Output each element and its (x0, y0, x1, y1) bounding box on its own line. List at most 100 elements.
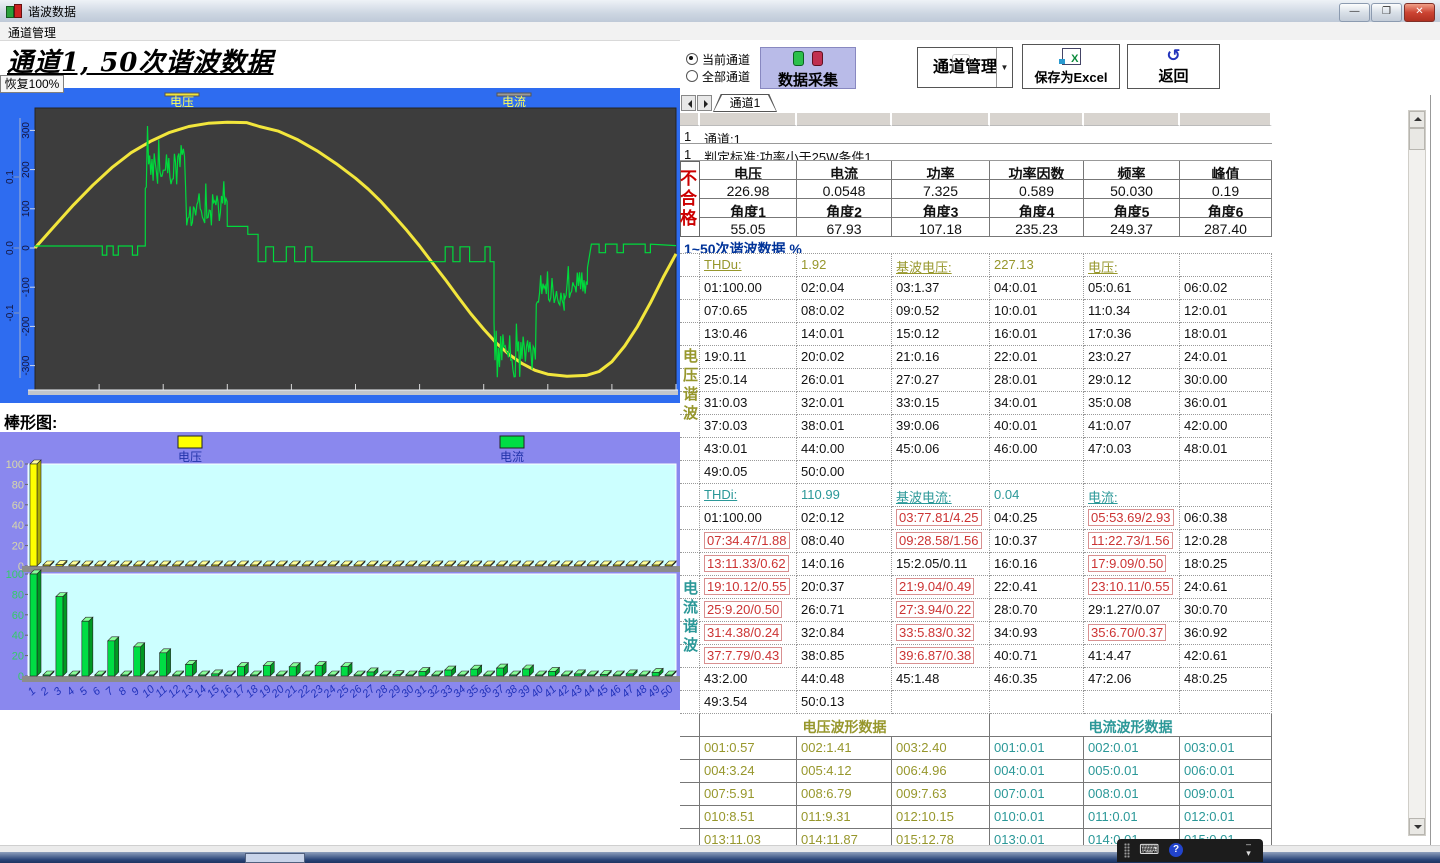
harmonic-cell: 14:0.16 (797, 553, 892, 576)
harmonic-cell: 06:0.02 (1180, 277, 1272, 300)
harmonic-cell: 20:0.37 (797, 576, 892, 599)
back-button[interactable]: ↺ 返回 (1127, 44, 1220, 89)
menu-item-channel-management[interactable]: 通道管理 (0, 22, 64, 41)
summary-header-cell: 峰值 (1180, 161, 1272, 180)
side-col (680, 507, 700, 530)
radio-current-channel[interactable]: 当前通道 (686, 51, 750, 65)
harmonic-cell: 34:0.93 (990, 622, 1084, 645)
language-bar[interactable]: ⌨ ? –▾ (1117, 839, 1263, 862)
voltage-waveform-cell: 015:12.78 (892, 829, 990, 845)
harmonic-cell: 14:0.01 (797, 323, 892, 346)
scrollbar-thumb[interactable] (1409, 128, 1425, 150)
restore-button[interactable]: ❐ (1371, 3, 1402, 22)
harmonic-cell: 08:0.02 (797, 300, 892, 323)
chevron-down-icon[interactable]: ▼ (996, 48, 1012, 87)
harmonic-cell: 44:0.00 (797, 438, 892, 461)
harmonic-cell: 31:0.03 (700, 392, 797, 415)
thdu-row: THDu:1.92基波电压:227.13电压: (680, 254, 1272, 277)
column-header-strip (680, 113, 1272, 126)
voltage-waveform-cell: 003:2.40 (892, 737, 990, 760)
current-waveform-cell: 008:0.01 (1084, 783, 1180, 806)
voltage-waveform-cell: 002:1.41 (797, 737, 892, 760)
harmonic-cell: 22:0.41 (990, 576, 1084, 599)
side-col (680, 691, 700, 714)
thd-cell: 110.99 (797, 484, 892, 507)
acquire-label: 数据采集 (761, 69, 855, 90)
tab-scroll-right[interactable] (697, 95, 712, 111)
menu-bar: 通道管理 (0, 22, 1440, 41)
data-acquire-button[interactable]: 数据采集 (760, 47, 856, 89)
current-harmonic-row: 43:2.0044:0.4845:1.4846:0.3547:2.0648:0.… (680, 668, 1272, 691)
voltage-waveform-cell: 009:7.63 (892, 783, 990, 806)
header-strip-cell (1180, 113, 1272, 126)
close-button[interactable]: ✕ (1404, 3, 1435, 22)
harmonic-cell: 32:0.84 (797, 622, 892, 645)
svg-text:60: 60 (12, 610, 24, 622)
current-waveform-cell: 004:0.01 (990, 760, 1084, 783)
harmonic-cell: 36:0.01 (1180, 392, 1272, 415)
harmonic-cell-alarm: 35:6.70/0.37 (1084, 622, 1180, 645)
summary-value-cell: 0.589 (990, 180, 1084, 199)
harmonic-cell: 04:0.25 (990, 507, 1084, 530)
radio-icon-selected[interactable] (686, 53, 698, 65)
harmonic-cell: 20:0.02 (797, 346, 892, 369)
voltage-harmonic-row: 19:0.1120:0.0221:0.1622:0.0123:0.2724:0.… (680, 346, 1272, 369)
taskbar-button[interactable] (245, 853, 305, 863)
drag-grip-icon[interactable] (1124, 843, 1130, 858)
harmonic-cell: 42:0.61 (1180, 645, 1272, 668)
save-excel-button[interactable]: X 保存为Excel (1022, 44, 1120, 89)
harmonic-cell-alarm: 37:7.79/0.43 (700, 645, 797, 668)
tab-scroll-left[interactable] (681, 95, 696, 111)
waveform-data-row: 007:5.91008:6.79009:7.63007:0.01008:0.01… (680, 783, 1272, 806)
voltage-waveform-cell: 010:8.51 (700, 806, 797, 829)
minimize-button[interactable]: — (1339, 3, 1370, 22)
channel-manage-button[interactable]: 通道管理 ▼ (917, 47, 1013, 88)
radio-icon[interactable] (686, 70, 698, 82)
current-harmonic-row: 31:4.38/0.2432:0.8433:5.83/0.3234:0.9335… (680, 622, 1272, 645)
harmonic-cell-alarm: 27:3.94/0.22 (892, 599, 990, 622)
app-icon (6, 4, 22, 18)
vertical-scrollbar[interactable] (1408, 110, 1426, 836)
summary-header-cell: 电流 (797, 161, 892, 180)
thd-cell: THDi: (700, 484, 797, 507)
keyboard-icon[interactable]: ⌨ (1139, 841, 1159, 858)
voltage-harmonic-row: 31:0.0332:0.0133:0.1534:0.0135:0.0836:0.… (680, 392, 1272, 415)
harmonic-cell: 49:3.54 (700, 691, 797, 714)
harmonic-cell: 50:0.00 (797, 461, 892, 484)
voltage-harmonic-row: 49:0.0550:0.00 (680, 461, 1272, 484)
side-col (680, 806, 700, 829)
harmonic-cell: 43:0.01 (700, 438, 797, 461)
scroll-up-icon[interactable] (1409, 111, 1425, 128)
voltage-harmonic-row: 01:100.0002:0.0403:1.3704:0.0105:0.6106:… (680, 277, 1272, 300)
thd-cell (1180, 254, 1272, 277)
restore-100-button[interactable]: 恢复100% (0, 75, 64, 93)
svg-text:电压: 电压 (170, 95, 194, 109)
harmonic-cell-alarm: 39:6.87/0.38 (892, 645, 990, 668)
current-waveform-cell: 009:0.01 (1180, 783, 1272, 806)
harmonic-cell: 40:0.01 (990, 415, 1084, 438)
harmonic-cell: 01:100.00 (700, 277, 797, 300)
harmonic-cell: 02:0.04 (797, 277, 892, 300)
svg-text:100: 100 (6, 459, 24, 471)
harmonic-cell: 43:2.00 (700, 668, 797, 691)
minimize-langbar-icon[interactable]: –▾ (1246, 840, 1251, 858)
svg-text:4: 4 (65, 685, 78, 698)
harmonic-cell: 16:0.16 (990, 553, 1084, 576)
header-strip-cell (797, 113, 892, 126)
voltage-waveform-cell: 007:5.91 (700, 783, 797, 806)
voltage-waveform-title: 电压波形数据 (700, 714, 990, 737)
current-waveform-cell: 003:0.01 (1180, 737, 1272, 760)
voltage-waveform-cell: 013:11.03 (700, 829, 797, 845)
harmonic-cell: 29:0.12 (1084, 369, 1180, 392)
current-waveform-cell: 001:0.01 (990, 737, 1084, 760)
empty-cell (990, 461, 1084, 484)
scroll-down-icon[interactable] (1409, 818, 1425, 835)
side-col (680, 254, 700, 277)
harmonic-cell: 25:0.14 (700, 369, 797, 392)
verdict-badge: 不合格 (680, 161, 700, 237)
tab-channel-1[interactable]: 通道1 (713, 94, 777, 112)
voltage-waveform-cell: 005:4.12 (797, 760, 892, 783)
bar-chart-section: 棒形图: (0, 403, 680, 432)
help-icon[interactable]: ? (1169, 843, 1183, 857)
radio-all-channels[interactable]: 全部通道 (686, 68, 750, 82)
